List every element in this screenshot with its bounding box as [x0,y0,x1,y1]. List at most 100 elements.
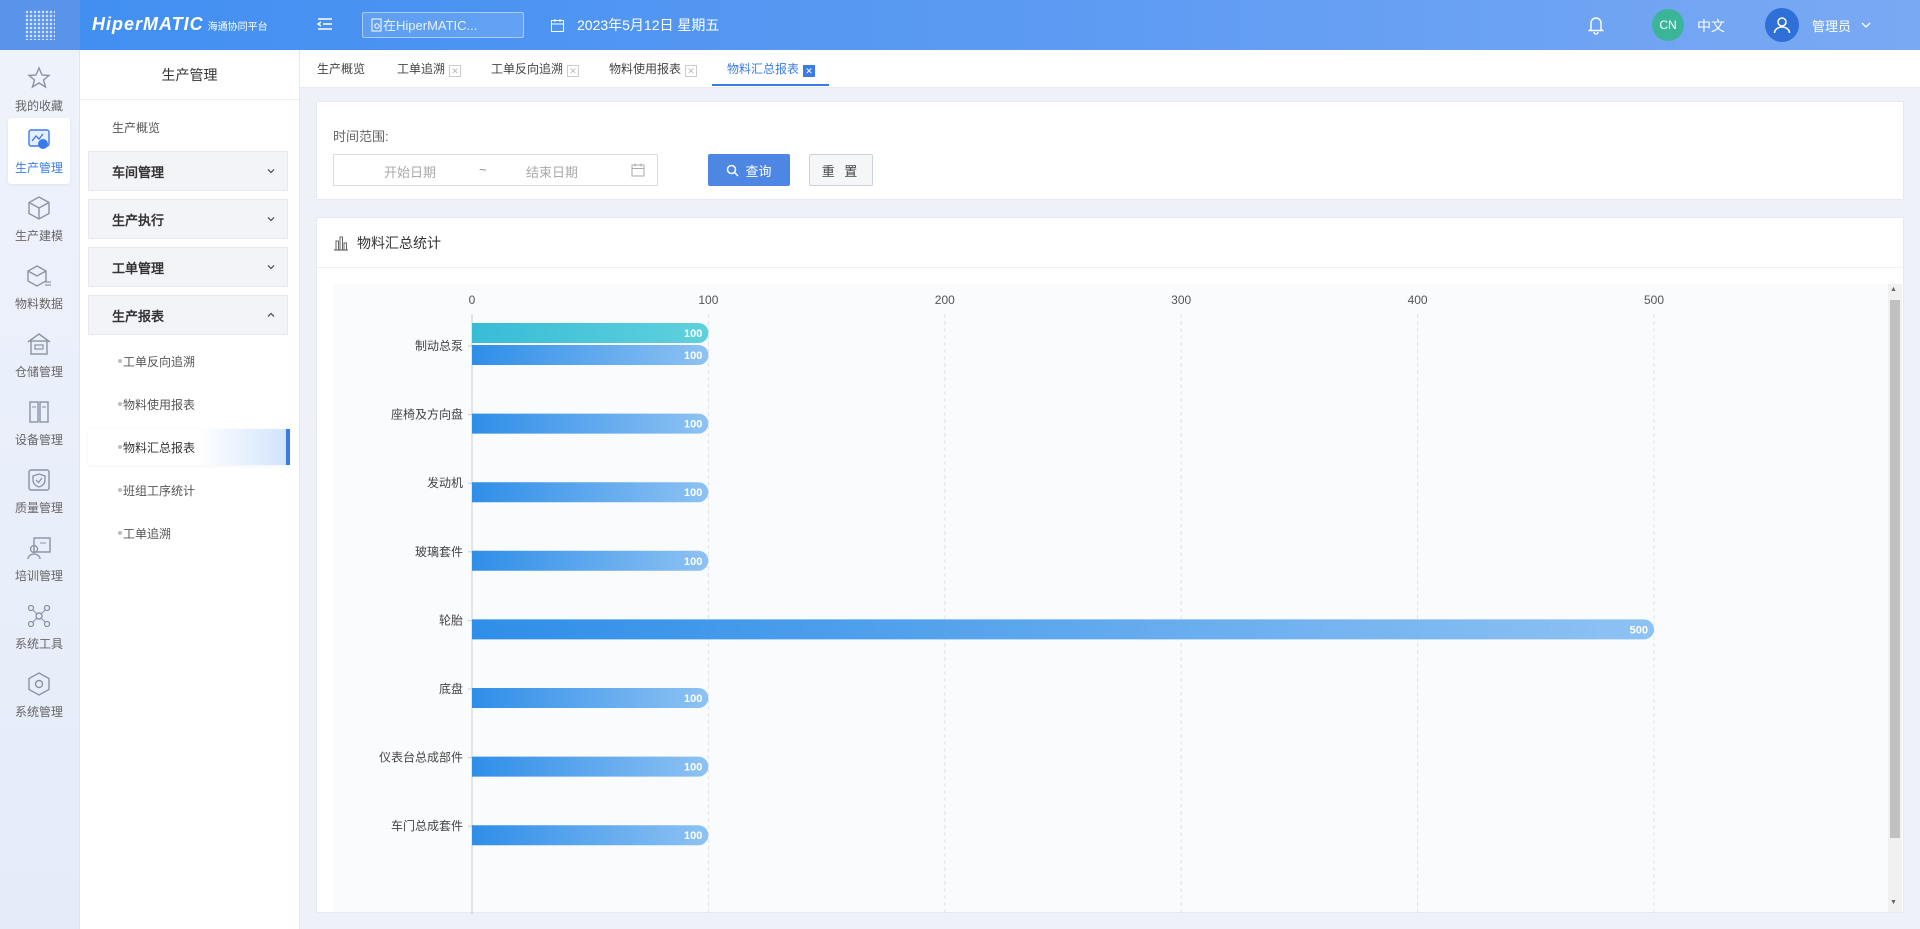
query-button[interactable]: 查询 [708,154,790,186]
chart-scrollbar-thumb[interactable] [1890,300,1900,838]
global-search-input[interactable] [383,17,513,33]
menu-group-reports[interactable]: 生产报表 [88,295,288,335]
menu-collapse-icon[interactable] [316,15,334,33]
tab-material-summary-report[interactable]: 物料汇总报表 ✕ [712,50,830,86]
bar-value-label: 100 [684,487,702,499]
y-category-label: 玻璃套件 [415,545,463,559]
x-tick-label: 300 [1171,293,1191,307]
menu-group-label: 生产执行 [112,212,165,228]
bar-value-label: 100 [684,693,702,705]
menu-group-label: 工单管理 [112,260,165,276]
calendar-icon [631,163,645,177]
brand-logo: HiperMATIC 海通协同平台 [92,14,268,35]
rail-item-material-data[interactable]: 物料数据 [8,254,70,320]
bar [472,482,709,503]
tab-label: 生产概览 [317,62,366,76]
tab-overview[interactable]: 生产概览 [317,50,365,86]
rail-item-quality[interactable]: 质量管理 [8,458,70,524]
user-name: 管理员 [1812,19,1852,34]
start-date-placeholder[interactable]: 开始日期 [384,162,436,181]
y-category-label: 制动总泵 [415,339,463,353]
material-summary-card: 物料汇总统计 0 100 200 300 400 500 制动总泵 座椅及方向盘 发动机 玻璃套件… [316,217,1904,914]
brand-name: HiperMATIC [92,14,204,34]
y-category-label: 座椅及方向盘 [391,407,463,422]
bar-value-label: 100 [684,762,702,774]
tab-work-order-reverse-trace[interactable]: 工单反向追溯 ✕ [491,50,580,86]
chevron-down-icon [267,169,275,174]
menu-item-work-order-trace[interactable]: 工单追溯 [88,515,290,551]
page-tabs: 生产概览 工单追溯 ✕ 工单反向追溯 ✕ 物料使用报表 ✕ 物料汇总报表 ✕ [300,50,1920,88]
rail-item-system-admin[interactable]: 系统管理 [8,662,70,728]
brand-subtitle: 海通协同平台 [207,22,268,33]
global-search[interactable] [362,12,524,38]
menu-item-label: 工单反向追溯 [123,354,196,369]
bar-value-label: 100 [684,350,702,362]
menu-group-execution[interactable]: 生产执行 [88,199,288,239]
rail-item-label: 设备管理 [14,432,63,447]
module-rail: 我的收藏 生产管理 生产建模 物料数据 仓储管理 设备管理 质量管理 培训管理 … [0,50,80,929]
bar-value-label: 100 [684,328,702,340]
user-icon [1773,17,1791,34]
x-tick-label: 200 [935,293,955,307]
tab-label: 物料汇总报表 [727,62,800,76]
reset-button[interactable]: 重 置 [809,154,873,186]
bar-value-label: 100 [684,556,702,568]
rail-item-system-tools[interactable]: 系统工具 [8,594,70,660]
material-summary-chart: 0 100 200 300 400 500 制动总泵座椅及方向盘发动机玻璃套件轮胎底盘仪表台… [379,293,1664,914]
filter-panel: 时间范围: 开始日期 ~ 结束日期 查询 重 置 [316,101,1904,200]
rail-item-modeling[interactable]: 生产建模 [8,186,70,252]
menu-item-overview[interactable]: 生产概览 [112,119,160,136]
secondary-menu-title: 生产管理 [80,50,299,100]
bar-value-label: 100 [684,419,702,431]
bar-value-label: 500 [1630,624,1648,636]
close-icon[interactable]: ✕ [803,65,816,77]
search-icon [727,164,740,177]
end-date-placeholder[interactable]: 结束日期 [526,162,578,181]
current-date-text: 2023年5月12日 星期五 [577,17,720,33]
current-date: 2023年5月12日 星期五 [550,15,719,35]
range-separator: ~ [479,162,487,177]
rail-item-warehouse[interactable]: 仓储管理 [8,322,70,388]
tab-label: 工单追溯 [397,62,446,76]
rail-item-device[interactable]: 设备管理 [8,390,70,456]
user-avatar[interactable] [1765,8,1799,42]
date-range-picker[interactable]: 开始日期 ~ 结束日期 [333,154,658,186]
network-icon [27,604,51,627]
y-category-label: 底盘 [439,681,463,696]
menu-item-work-order-reverse-trace[interactable]: 工单反向追溯 [88,343,290,379]
scroll-up-arrow[interactable]: ▲ [1890,286,1897,293]
tab-work-order-trace[interactable]: 工单追溯 ✕ [397,50,462,86]
language-badge[interactable]: CN [1652,9,1684,41]
rail-item-label: 生产建模 [14,228,63,243]
user-menu[interactable]: 管理员 [1812,16,1871,35]
menu-item-label: 工单追溯 [123,526,172,541]
chevron-up-icon [267,312,275,317]
rail-item-favorites[interactable]: 我的收藏 [8,56,70,122]
tab-material-usage-report[interactable]: 物料使用报表 ✕ [609,50,698,86]
chevron-down-icon [267,217,275,222]
x-tick-label: 400 [1408,293,1428,307]
tab-label: 物料使用报表 [609,62,682,76]
menu-group-workshop[interactable]: 车间管理 [88,151,288,191]
menu-item-material-usage-report[interactable]: 物料使用报表 [88,386,290,422]
y-category-label: 轮胎 [439,613,463,627]
menu-item-team-process-stats[interactable]: 班组工序统计 [88,472,290,508]
menu-group-work-orders[interactable]: 工单管理 [88,247,288,287]
close-icon[interactable]: ✕ [567,65,580,77]
training-icon [27,536,51,559]
app-grid-logo[interactable] [0,0,80,50]
menu-item-material-summary-report[interactable]: 物料汇总报表 [88,429,290,465]
device-icon [29,400,49,423]
close-icon[interactable]: ✕ [685,65,698,77]
rail-item-production[interactable]: 生产管理 [8,118,70,184]
close-icon[interactable]: ✕ [449,65,462,77]
language-switch[interactable]: 中文 [1697,16,1725,36]
bar [472,756,709,777]
top-bar: HiperMATIC海通协同平台 2023年5月12日 星期五 CN 中文 管理… [0,0,1920,50]
material-box-icon [27,264,51,287]
rail-item-label: 仓储管理 [14,364,63,379]
notification-bell-icon[interactable] [1587,15,1605,35]
star-icon [27,65,51,89]
rail-item-training[interactable]: 培训管理 [8,526,70,592]
scroll-down-arrow[interactable]: ▼ [1890,899,1897,906]
